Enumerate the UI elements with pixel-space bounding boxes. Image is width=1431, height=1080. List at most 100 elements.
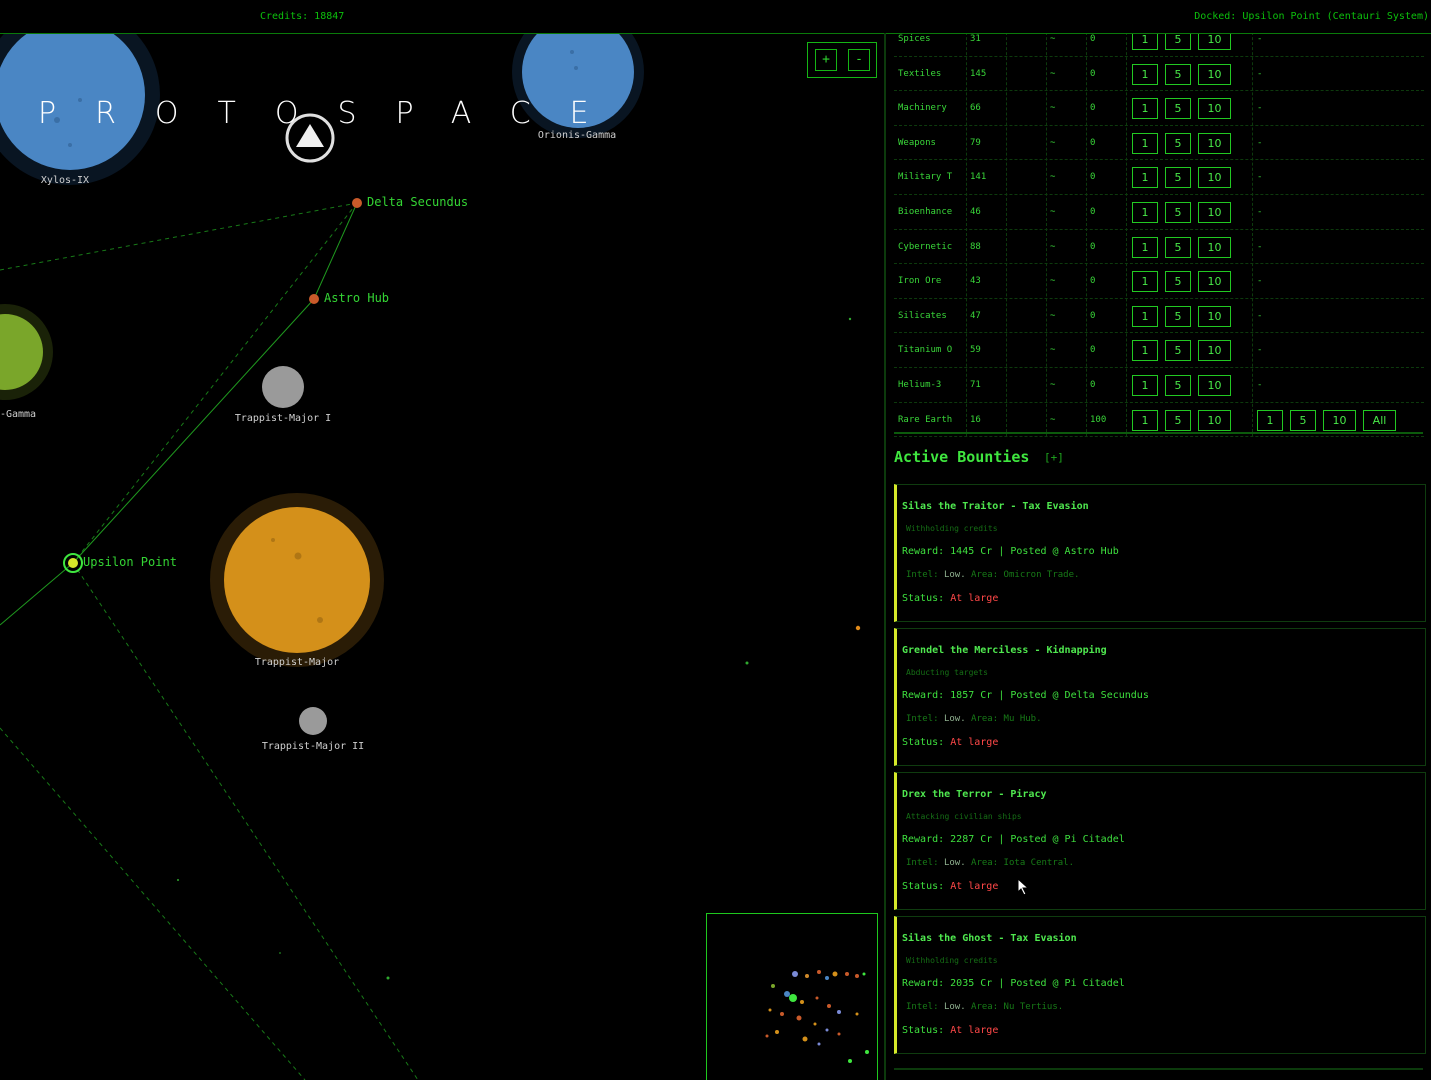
route-line	[0, 562, 74, 626]
sell-unavailable: -	[1257, 68, 1263, 79]
buy-1-button[interactable]: 1	[1132, 305, 1158, 327]
bounty-reward: Reward: 2035 Cr | Posted @ Pi Citadel	[902, 978, 1125, 989]
bounty-title: Drex the Terror - Piracy	[902, 789, 1047, 800]
buy-5-button[interactable]: 5	[1165, 63, 1191, 85]
buy-10-button[interactable]: 10	[1198, 374, 1231, 396]
bounty-status: Status: At large	[902, 737, 999, 748]
buy-5-button[interactable]: 5	[1165, 409, 1191, 431]
buy-10-button[interactable]: 10	[1198, 132, 1231, 154]
buy-10-button[interactable]: 10	[1198, 34, 1231, 50]
star-map[interactable]: PROTOSPACE Xylos-IX Orionis-Gamma -Gamma…	[0, 34, 884, 1080]
buy-5-button[interactable]: 5	[1165, 167, 1191, 189]
buy-10-button[interactable]: 10	[1198, 63, 1231, 85]
station-label-delta[interactable]: Delta Secundus	[367, 195, 468, 209]
buy-1-button[interactable]: 1	[1132, 236, 1158, 258]
station-label-astro[interactable]: Astro Hub	[324, 291, 389, 305]
commodity-name: Rare Earth	[898, 414, 953, 425]
buy-1-button[interactable]: 1	[1132, 271, 1158, 293]
buy-1-button[interactable]: 1	[1132, 98, 1158, 120]
bounty-card[interactable]: Drex the Terror - Piracy Attacking civil…	[894, 772, 1426, 910]
buy-10-button[interactable]: 10	[1198, 167, 1231, 189]
buy-1-button[interactable]: 1	[1132, 132, 1158, 154]
route-line	[313, 202, 358, 300]
commodity-price: 31	[970, 34, 981, 44]
bounty-intel: Intel: Low. Area: Omicron Trade.	[906, 570, 1080, 580]
market-row: Bioenhance 46 ~ 0 1 5 10 -	[894, 195, 1424, 230]
buy-1-button[interactable]: 1	[1132, 374, 1158, 396]
top-bar: Credits: 18847 Docked: Upsilon Point (Ce…	[0, 0, 1431, 34]
sell-unavailable: -	[1257, 379, 1263, 390]
planet-label-orionis: Orionis-Gamma	[537, 130, 617, 141]
commodity-name: Textiles	[898, 68, 942, 79]
intel-level: Low.	[943, 1002, 966, 1012]
market-divider	[894, 432, 1423, 434]
sell-unavailable: -	[1257, 241, 1263, 252]
commodity-name: Machinery	[898, 103, 947, 114]
buy-5-button[interactable]: 5	[1165, 236, 1191, 258]
price-trend: ~	[1050, 137, 1056, 148]
buy-10-button[interactable]: 10	[1198, 340, 1231, 362]
buy-5-button[interactable]: 5	[1165, 132, 1191, 154]
market-row: Helium-3 71 ~ 0 1 5 10 -	[894, 368, 1424, 403]
buy-10-button[interactable]: 10	[1198, 271, 1231, 293]
buy-1-button[interactable]: 1	[1132, 34, 1158, 50]
buy-10-button[interactable]: 10	[1198, 409, 1231, 431]
commodity-name: Titanium O	[898, 345, 953, 356]
bounty-area: Area: Nu Tertius.	[971, 1002, 1064, 1012]
add-bounty-button[interactable]: [+]	[1044, 451, 1064, 464]
price-trend: ~	[1050, 206, 1056, 217]
cargo-qty: 0	[1090, 68, 1096, 79]
commodity-name: Iron Ore	[898, 276, 942, 287]
price-trend: ~	[1050, 379, 1056, 390]
bounties-heading: Active Bounties	[894, 448, 1030, 466]
sell-10-button[interactable]: 10	[1323, 409, 1356, 431]
buy-5-button[interactable]: 5	[1165, 305, 1191, 327]
buy-5-button[interactable]: 5	[1165, 34, 1191, 50]
commodity-price: 46	[970, 206, 981, 217]
cargo-qty: 0	[1090, 310, 1096, 321]
market-row: Weapons 79 ~ 0 1 5 10 -	[894, 126, 1424, 161]
sell-unavailable: -	[1257, 345, 1263, 356]
price-trend: ~	[1050, 414, 1056, 425]
buy-1-button[interactable]: 1	[1132, 167, 1158, 189]
market-row: Iron Ore 43 ~ 0 1 5 10 -	[894, 264, 1424, 299]
price-trend: ~	[1050, 276, 1056, 287]
bounty-card[interactable]: Silas the Traitor - Tax Evasion Withhold…	[894, 484, 1426, 622]
cargo-qty: 0	[1090, 206, 1096, 217]
bounty-description: Abducting targets	[906, 668, 988, 677]
bounty-intel: Intel: Low. Area: Nu Tertius.	[906, 1002, 1064, 1012]
buy-1-button[interactable]: 1	[1132, 340, 1158, 362]
buy-5-button[interactable]: 5	[1165, 271, 1191, 293]
buy-5-button[interactable]: 5	[1165, 340, 1191, 362]
sell-unavailable: -	[1257, 34, 1263, 44]
intel-level: Low.	[943, 858, 966, 868]
buy-5-button[interactable]: 5	[1165, 201, 1191, 223]
zoom-in-button[interactable]: +	[815, 49, 837, 71]
station-label-upsilon[interactable]: Upsilon Point	[83, 555, 177, 569]
cargo-qty: 0	[1090, 34, 1096, 44]
buy-10-button[interactable]: 10	[1198, 201, 1231, 223]
cargo-qty: 0	[1090, 103, 1096, 114]
buy-1-button[interactable]: 1	[1132, 409, 1158, 431]
sell-5-button[interactable]: 5	[1290, 409, 1316, 431]
bounty-area: Area: Mu Hub.	[971, 714, 1042, 724]
buy-5-button[interactable]: 5	[1165, 374, 1191, 396]
bounty-card[interactable]: Silas the Ghost - Tax Evasion Withholdin…	[894, 916, 1426, 1054]
bounty-card[interactable]: Grendel the Merciless - Kidnapping Abduc…	[894, 628, 1426, 766]
buy-10-button[interactable]: 10	[1198, 305, 1231, 327]
minimap[interactable]	[706, 913, 878, 1080]
sell-1-button[interactable]: 1	[1257, 409, 1283, 431]
buy-5-button[interactable]: 5	[1165, 98, 1191, 120]
buy-1-button[interactable]: 1	[1132, 63, 1158, 85]
sell-unavailable: -	[1257, 172, 1263, 183]
buy-10-button[interactable]: 10	[1198, 236, 1231, 258]
sell-unavailable: -	[1257, 276, 1263, 287]
commodity-name: Bioenhance	[898, 206, 953, 217]
sell-all-button[interactable]: All	[1363, 409, 1396, 431]
zoom-out-button[interactable]: -	[848, 49, 870, 71]
buy-1-button[interactable]: 1	[1132, 201, 1158, 223]
market-row: Titanium O 59 ~ 0 1 5 10 -	[894, 333, 1424, 368]
buy-10-button[interactable]: 10	[1198, 98, 1231, 120]
sell-unavailable: -	[1257, 310, 1263, 321]
sell-unavailable: -	[1257, 103, 1263, 114]
